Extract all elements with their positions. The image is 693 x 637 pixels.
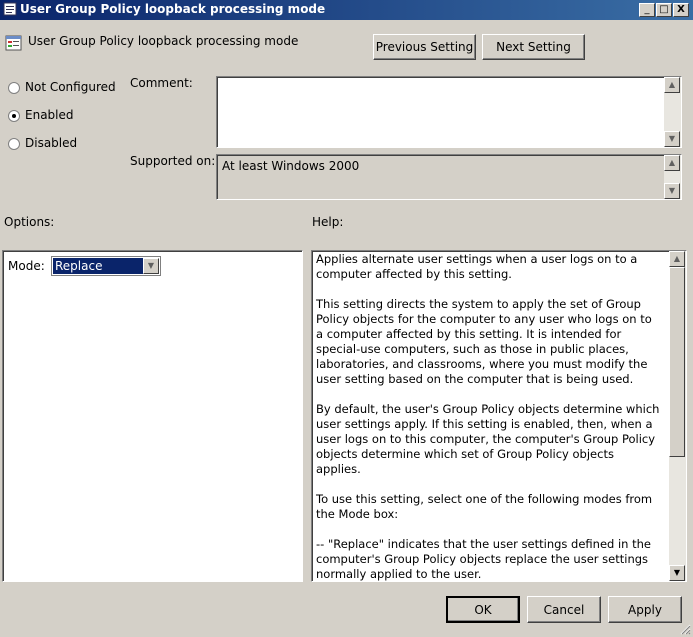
- window-title: User Group Policy loopback processing mo…: [20, 2, 326, 16]
- ok-button[interactable]: OK: [446, 596, 520, 623]
- help-scrollbar[interactable]: ▲ ▼: [669, 251, 686, 581]
- radio-circle[interactable]: [8, 82, 20, 94]
- scroll-up-icon[interactable]: ▲: [664, 155, 680, 171]
- supported-scrollbar[interactable]: ▲ ▼: [664, 155, 681, 199]
- scroll-down-icon[interactable]: ▼: [669, 565, 685, 581]
- radio-label: Disabled: [25, 136, 78, 150]
- scroll-down-icon[interactable]: ▼: [664, 131, 680, 147]
- comment-label: Comment:: [130, 76, 193, 90]
- apply-button[interactable]: Apply: [608, 596, 682, 623]
- mode-selected-value: Replace: [53, 258, 143, 274]
- scroll-up-icon[interactable]: ▲: [664, 77, 680, 93]
- mode-dropdown[interactable]: Replace ▼: [51, 256, 161, 276]
- previous-setting-button[interactable]: Previous Setting: [373, 34, 476, 60]
- supported-on-field: At least Windows 2000 ▲ ▼: [216, 154, 682, 200]
- help-text: Applies alternate user settings when a u…: [316, 252, 660, 581]
- radio-circle[interactable]: [8, 110, 20, 122]
- comment-scrollbar[interactable]: ▲ ▼: [664, 77, 681, 147]
- setting-title: User Group Policy loopback processing mo…: [28, 34, 299, 48]
- radio-label: Enabled: [25, 108, 74, 122]
- dropdown-arrow-icon[interactable]: ▼: [143, 258, 159, 274]
- supported-on-label: Supported on:: [130, 154, 216, 168]
- mode-label: Mode:: [8, 259, 45, 273]
- options-label: Options:: [4, 215, 55, 229]
- scroll-thumb[interactable]: [669, 267, 685, 457]
- scroll-down-icon[interactable]: ▼: [664, 183, 680, 199]
- close-button[interactable]: X: [673, 3, 689, 17]
- resize-grip-icon[interactable]: [679, 623, 691, 635]
- supported-on-value: At least Windows 2000: [222, 159, 360, 173]
- minimize-button[interactable]: _: [639, 3, 655, 17]
- options-panel: Mode: Replace ▼: [2, 250, 303, 582]
- next-setting-button[interactable]: Next Setting: [482, 34, 585, 60]
- radio-circle[interactable]: [8, 138, 20, 150]
- radio-label: Not Configured: [25, 80, 116, 94]
- policy-icon: [5, 35, 22, 51]
- radio-selected-dot: [12, 114, 16, 118]
- maximize-button[interactable]: □: [656, 3, 672, 17]
- comment-field[interactable]: ▲ ▼: [216, 76, 682, 148]
- help-label: Help:: [312, 215, 344, 229]
- scroll-up-icon[interactable]: ▲: [669, 251, 685, 267]
- cancel-button[interactable]: Cancel: [527, 596, 601, 623]
- policy-window-icon: [3, 2, 17, 16]
